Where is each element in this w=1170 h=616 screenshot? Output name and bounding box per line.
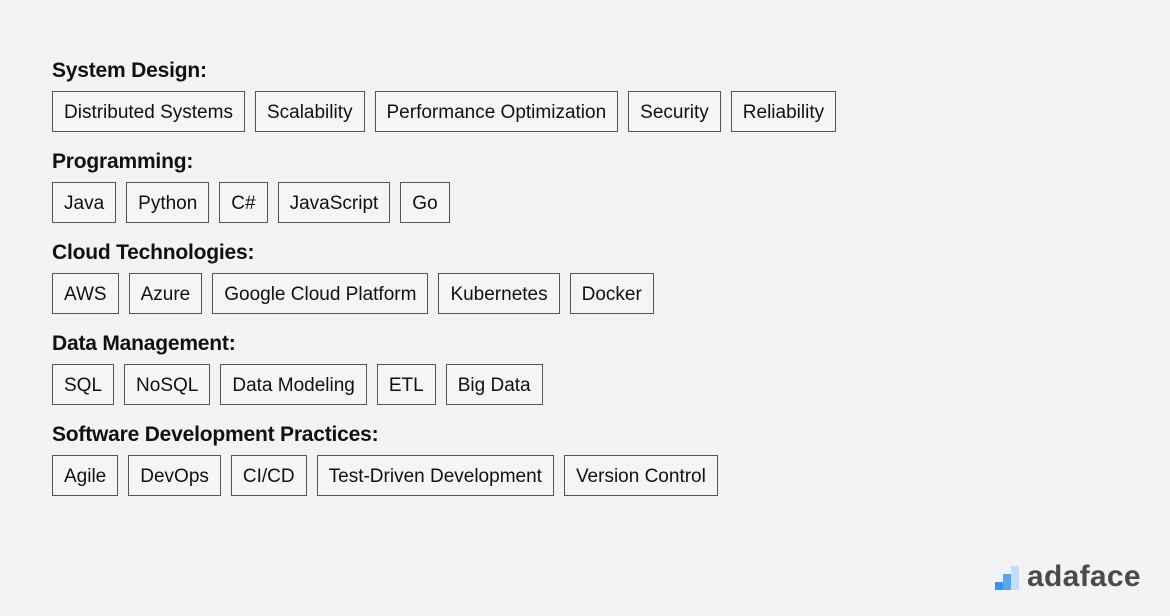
adaface-logo: adaface (995, 560, 1141, 594)
tag-list: AWS Azure Google Cloud Platform Kubernet… (52, 273, 836, 314)
section-title: Programming: (52, 150, 194, 173)
skill-tag: Python (126, 182, 210, 223)
skill-tag: Scalability (254, 91, 365, 132)
section-title: Software Development Practices: (52, 423, 379, 446)
skill-tag: AWS (52, 273, 119, 314)
skill-tag: Go (400, 182, 450, 223)
skill-tag: Distributed Systems (52, 91, 245, 132)
tag-list: Agile DevOps CI/CD Test-Driven Developme… (52, 455, 836, 496)
section-software-development-practices: Software Development Practices: Agile De… (52, 422, 836, 496)
skill-tag: Security (628, 91, 721, 132)
section-programming: Programming: Java Python C# JavaScript G… (52, 149, 836, 223)
tag-list: Java Python C# JavaScript Go (52, 182, 836, 223)
skill-tag: Test-Driven Development (316, 455, 554, 496)
section-cloud-technologies: Cloud Technologies: AWS Azure Google Clo… (52, 240, 836, 314)
section-system-design: System Design: Distributed Systems Scala… (52, 58, 837, 132)
skill-tag: Data Modeling (220, 364, 367, 405)
skill-tag: Big Data (445, 364, 543, 405)
skill-tag: Google Cloud Platform (212, 273, 429, 314)
skill-tag: Performance Optimization (374, 91, 619, 132)
skill-tag: Version Control (563, 455, 718, 496)
section-title: Cloud Technologies: (52, 241, 255, 264)
skill-tag: DevOps (128, 455, 221, 496)
skill-tag: CI/CD (230, 455, 307, 496)
section-title: System Design: (52, 59, 207, 82)
bar-chart-logo-icon (995, 564, 1021, 590)
skill-tag: Agile (52, 455, 119, 496)
skill-tag: Azure (128, 273, 203, 314)
skill-tag: ETL (376, 364, 436, 405)
skills-content: System Design: Distributed Systems Scala… (52, 58, 837, 513)
tag-list: Distributed Systems Scalability Performa… (52, 91, 837, 132)
skill-tag: Docker (569, 273, 654, 314)
section-data-management: Data Management: SQL NoSQL Data Modeling… (52, 331, 836, 405)
logo-text: adaface (1027, 560, 1141, 593)
skill-tag: SQL (52, 364, 115, 405)
skill-tag: Kubernetes (438, 273, 560, 314)
tag-list: SQL NoSQL Data Modeling ETL Big Data (52, 364, 836, 405)
skill-tag: JavaScript (277, 182, 391, 223)
skill-tag: NoSQL (124, 364, 211, 405)
skill-tag: C# (219, 182, 268, 223)
section-title: Data Management: (52, 332, 236, 355)
skill-tag: Reliability (730, 91, 837, 132)
skill-tag: Java (52, 182, 117, 223)
